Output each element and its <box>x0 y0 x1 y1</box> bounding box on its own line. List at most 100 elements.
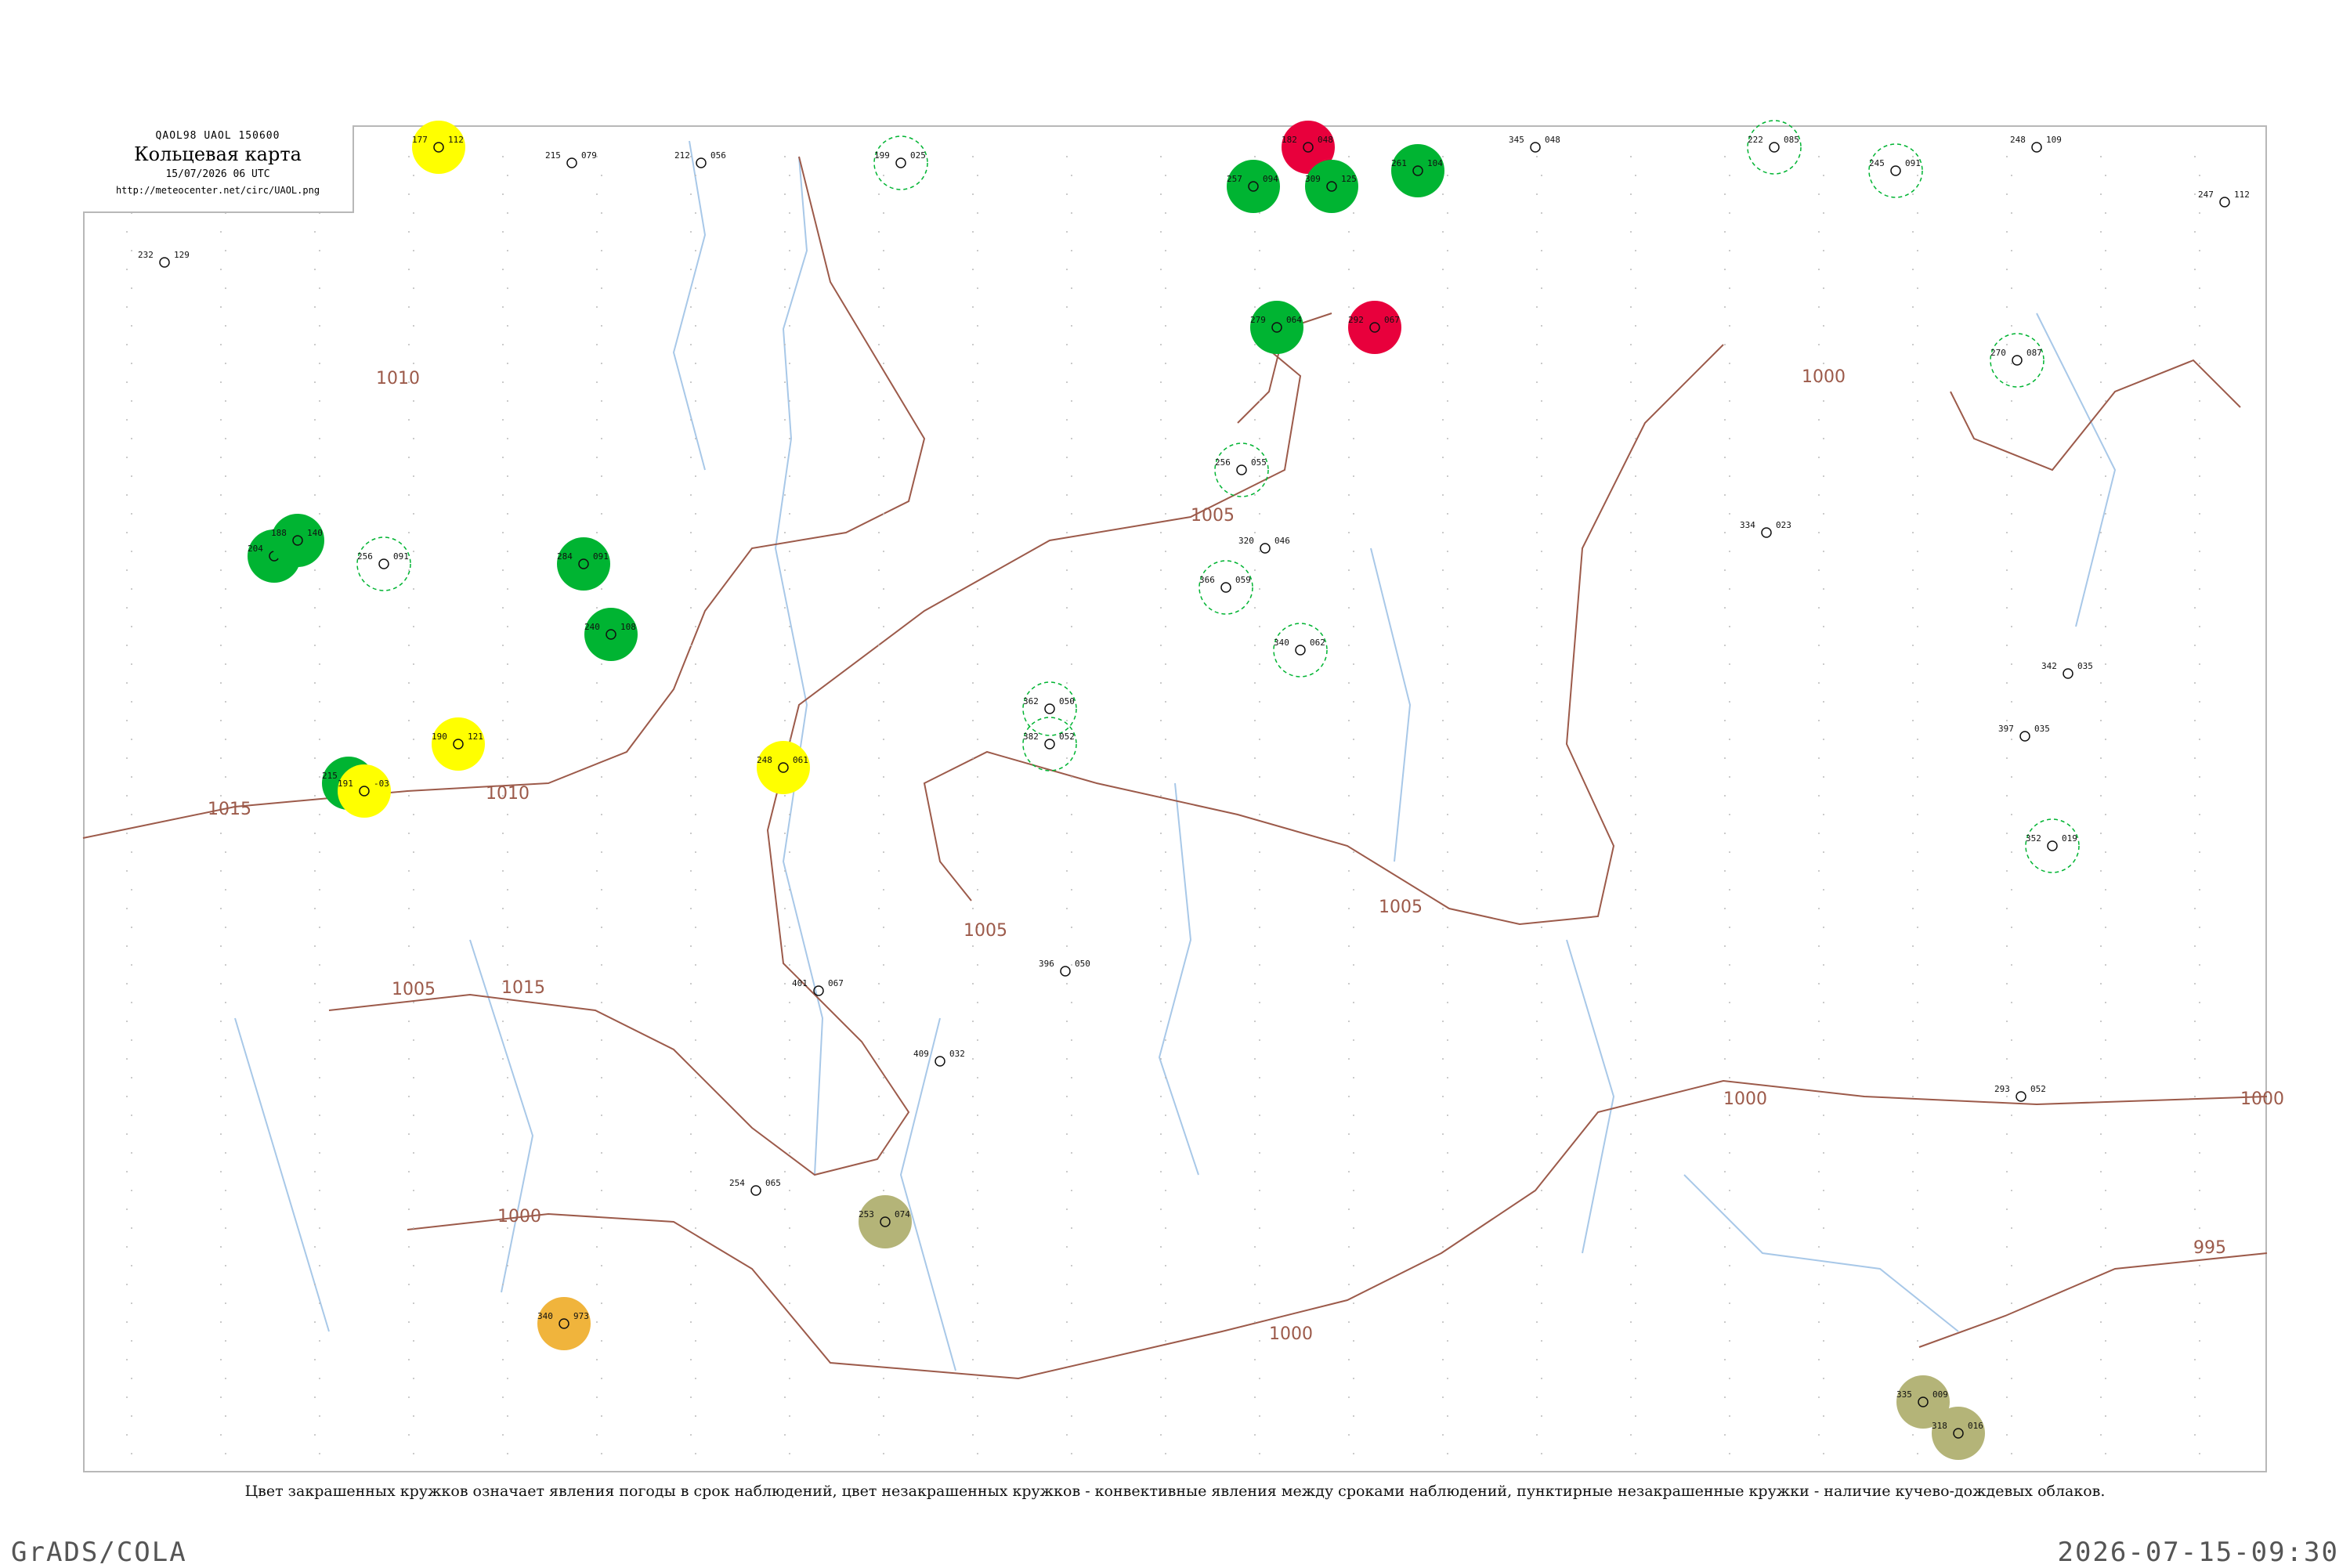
grid-dot <box>2006 231 2008 233</box>
grid-dot <box>789 513 790 515</box>
station-pressure: 091 <box>1905 158 1921 168</box>
grid-dot <box>1066 833 1068 834</box>
station-circle <box>1236 464 1247 475</box>
grid-dot <box>1160 231 1162 233</box>
grid-dot <box>1818 231 1820 233</box>
grid-dot <box>225 513 226 515</box>
grid-dot <box>1823 1190 1824 1191</box>
grid-dot <box>1259 287 1260 289</box>
grid-dot <box>1447 250 1448 251</box>
grid-dot <box>2199 927 2200 928</box>
grid-dot <box>314 945 316 947</box>
grid-dot <box>789 889 790 891</box>
grid-dot <box>1912 983 1914 985</box>
grid-dot <box>784 156 786 157</box>
grid-dot <box>1071 1378 1072 1379</box>
grid-dot <box>2199 1227 2200 1229</box>
station-cb: 199 025 <box>873 135 928 190</box>
grid-dot <box>2006 795 2008 797</box>
grid-dot <box>596 419 598 421</box>
grid-dot <box>2011 1039 2012 1041</box>
grid-dot <box>1541 889 1542 891</box>
grid-dot <box>695 438 696 439</box>
grid-dot <box>507 1115 508 1116</box>
grid-dot <box>1442 1058 1444 1060</box>
station-temperature: 270 <box>1990 348 2006 358</box>
grid-dot <box>413 250 414 251</box>
grid-dot <box>507 739 508 740</box>
grid-dot <box>314 231 316 233</box>
grid-dot <box>225 1415 226 1417</box>
grid-dot <box>596 682 598 684</box>
grid-dot <box>972 231 974 233</box>
grid-dot <box>1066 908 1068 909</box>
grid-dot <box>596 1359 598 1360</box>
grid-dot <box>972 1321 974 1323</box>
grid-dot <box>2011 739 2012 740</box>
grid-dot <box>1541 927 1542 928</box>
grid-dot <box>601 1002 602 1003</box>
grid-dot <box>413 287 414 289</box>
grid-dot <box>1630 569 1632 571</box>
grid-dot <box>131 1002 132 1003</box>
grid-dot <box>1818 1133 1820 1135</box>
grid-dot <box>319 588 320 590</box>
grid-dot <box>502 908 504 909</box>
station-pressure: 025 <box>910 150 926 161</box>
grid-dot <box>220 1209 222 1210</box>
grid-dot <box>601 1227 602 1229</box>
grid-dot <box>1630 381 1632 383</box>
title-url[interactable]: http://meteocenter.net/circ/UAOL.png <box>83 185 352 196</box>
grid-dot <box>1630 1321 1632 1323</box>
grid-dot <box>1917 287 1918 289</box>
isobar-labels-layer: 1015101010101005100510051005100010001000… <box>208 367 2284 1344</box>
grid-dot <box>1630 269 1632 270</box>
grid-dot <box>878 945 880 947</box>
grid-dot <box>2105 1039 2106 1041</box>
weather-circle <box>1250 301 1303 354</box>
grid-dot <box>408 1171 410 1172</box>
grid-dot <box>695 1190 696 1191</box>
station-circle <box>1769 142 1780 153</box>
grid-dot <box>1818 494 1820 496</box>
grid-dot <box>1348 1058 1350 1060</box>
grid-dot <box>2011 250 2012 251</box>
grid-dot <box>1724 757 1726 759</box>
grid-dot <box>1165 400 1166 402</box>
grid-dot <box>883 250 884 251</box>
grid-dot <box>314 682 316 684</box>
grid-dot <box>225 475 226 477</box>
grid-dot <box>2100 1246 2102 1248</box>
grid-dot <box>1635 325 1636 327</box>
grid-dot <box>1442 1133 1444 1135</box>
grid-dot <box>1541 1378 1542 1379</box>
grid-dot <box>1165 851 1166 853</box>
grid-dot <box>1071 814 1072 815</box>
grid-dot <box>408 1133 410 1135</box>
grid-dot <box>1353 1302 1354 1304</box>
grid-dot <box>1536 532 1538 533</box>
grid-dot <box>1541 1415 1542 1417</box>
grid-dot <box>2194 269 2196 270</box>
grid-dot <box>1348 1396 1350 1398</box>
station-circle <box>2031 142 2042 153</box>
grid-dot <box>2199 287 2200 289</box>
grid-dot <box>1536 645 1538 646</box>
grid-dot <box>1818 1284 1820 1285</box>
grid-dot <box>1066 419 1068 421</box>
grid-dot <box>2100 1321 2102 1323</box>
grid-dot <box>789 814 790 815</box>
grid-dot <box>1536 945 1538 947</box>
station-circle <box>750 1185 761 1196</box>
grid-dot <box>972 419 974 421</box>
grid-dot <box>1442 344 1444 345</box>
station-plain: 320 046 <box>1238 536 1290 554</box>
grid-dot <box>2194 1321 2196 1323</box>
grid-dot <box>789 1190 790 1191</box>
grid-dot <box>1823 438 1824 439</box>
grid-dot <box>784 1246 786 1248</box>
grid-dot <box>1442 532 1444 533</box>
grid-dot <box>1724 1396 1726 1398</box>
grid-dot <box>1635 1340 1636 1342</box>
grid-dot <box>225 250 226 251</box>
